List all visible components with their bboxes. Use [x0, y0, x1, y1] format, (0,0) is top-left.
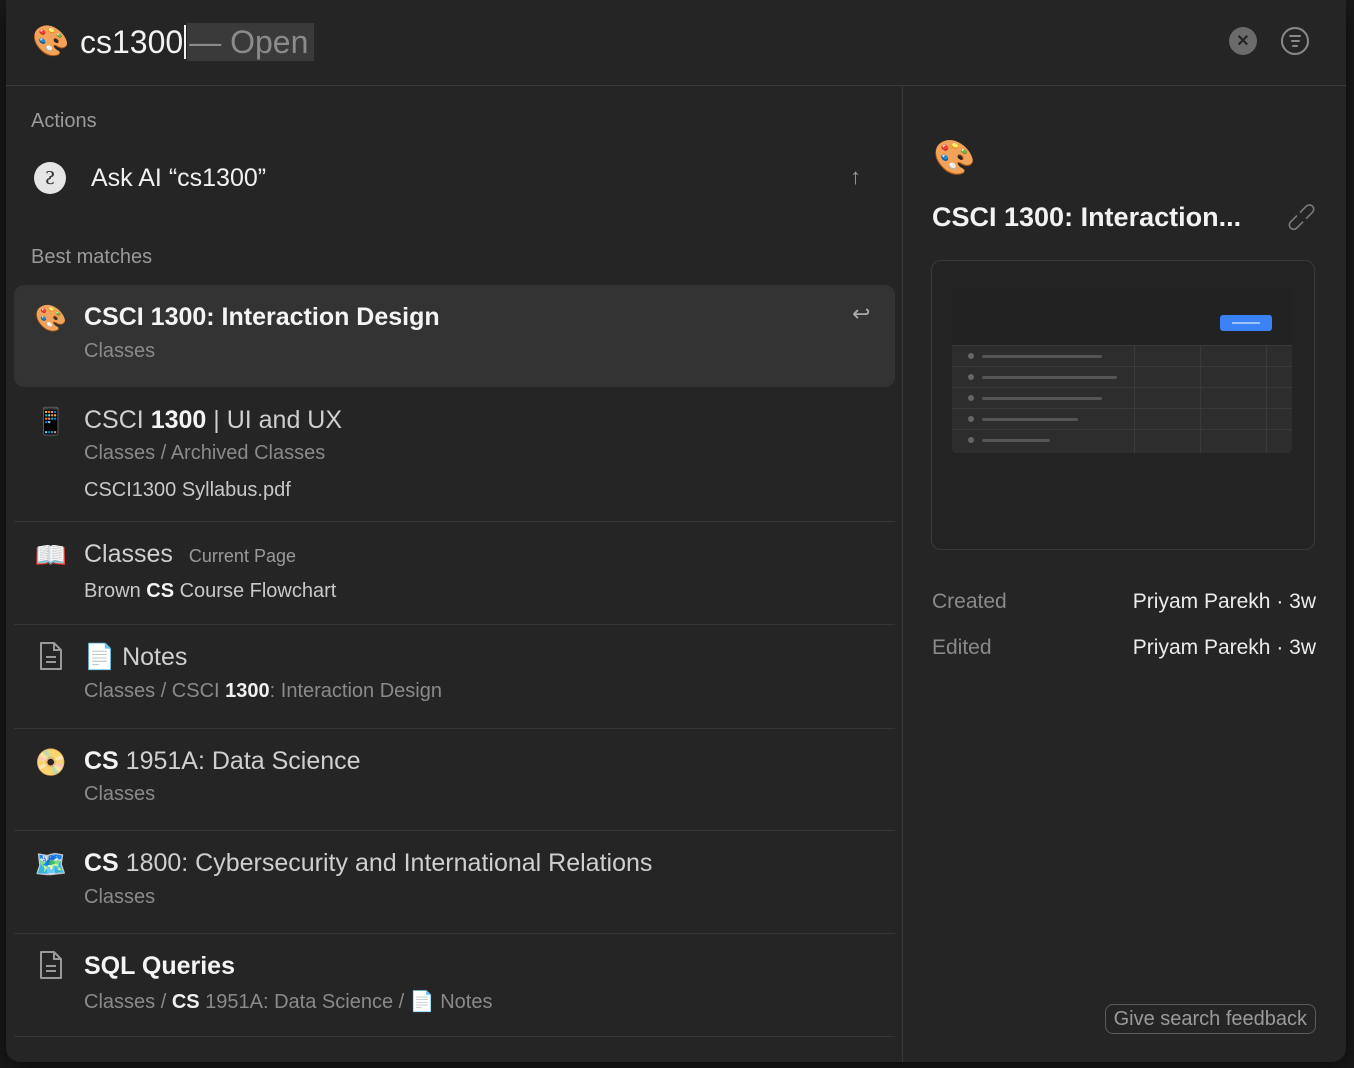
link-icon[interactable]: ⊂⊃ — [1279, 195, 1323, 239]
path-match: CS — [171, 991, 200, 1013]
result-snippet: CSCI1300 Syllabus.pdf — [84, 479, 291, 501]
open-book-icon: 📖 — [34, 540, 68, 570]
title-text: Notes — [122, 643, 188, 671]
text-caret — [184, 25, 187, 59]
current-page-badge: Current Page — [188, 546, 296, 566]
ask-ai-label: Ask AI “cs1300” — [91, 164, 266, 193]
thumbnail-column — [1134, 345, 1135, 453]
thumbnail-row — [952, 429, 1292, 451]
result-path: Classes / Archived Classes — [84, 442, 326, 464]
title-text: 1800: Cybersecurity and International Re… — [118, 849, 653, 877]
snippet-text: Course Flowchart — [174, 580, 337, 602]
preview-title: CSCI 1300: Interaction... — [932, 202, 1242, 232]
path-text: Classes / — [84, 991, 172, 1013]
palette-icon: 🎨 — [933, 139, 976, 177]
thumbnail-column — [1200, 345, 1201, 453]
result-item-cs1951a[interactable]: 📀 CS 1951A: Data Science Classes — [14, 729, 895, 831]
snippet-text: Brown — [84, 580, 147, 602]
ask-ai-action[interactable]: ᴤ Ask AI “cs1300” ↑ — [14, 158, 894, 214]
result-item-notes[interactable]: 📄 Notes Classes / CSCI 1300: Interaction… — [14, 625, 895, 729]
section-label-best-matches: Best matches — [31, 246, 153, 268]
result-snippet: Brown CS Course Flowchart — [84, 580, 336, 603]
search-feedback-button[interactable]: Give search feedback — [1104, 1004, 1316, 1034]
thumbnail-column — [1266, 345, 1267, 453]
search-input[interactable]: cs1300— Open — [80, 22, 315, 62]
mobile-phone-icon: 📱 — [34, 406, 68, 436]
search-bar: 🎨 cs1300— Open ✕ — [6, 0, 1346, 86]
search-autocomplete-suffix: — Open — [187, 23, 315, 61]
ask-ai-query: “cs1300” — [168, 164, 267, 192]
edited-value: Priyam Parekh · 3w — [1132, 636, 1316, 659]
path-text: : Interaction Design — [269, 680, 442, 702]
dvd-icon: 📀 — [34, 747, 68, 777]
ask-ai-text: Ask AI — [91, 164, 162, 192]
thumbnail-row — [952, 408, 1292, 430]
palette-icon: 🎨 — [34, 303, 68, 333]
result-title: CSCI 1300: Interaction Design — [84, 303, 440, 331]
page-icon: 📄 — [84, 643, 116, 671]
path-text: Notes — [440, 991, 493, 1013]
filter-button[interactable] — [1281, 27, 1309, 55]
arrow-up-icon: ↑ — [850, 164, 861, 189]
title-text: 1951A: Data Science — [118, 747, 361, 775]
result-item-csci1300-interaction-design[interactable]: 🎨 CSCI 1300: Interaction Design Classes … — [14, 285, 895, 387]
result-path: Classes — [84, 783, 156, 805]
path-text: Classes / CSCI — [84, 680, 226, 702]
result-title: Classes Current Page — [84, 540, 296, 569]
world-map-icon: 🗺️ — [34, 849, 68, 879]
result-path: Classes / CS 1951A: Data Science / 📄 Not… — [84, 989, 492, 1014]
result-item-cs1800[interactable]: 🗺️ CS 1800: Cybersecurity and Internatio… — [14, 831, 895, 934]
result-item-sql-queries[interactable]: SQL Queries Classes / CS 1951A: Data Sci… — [14, 934, 895, 1037]
result-title: SQL Queries — [84, 952, 235, 980]
result-item-classes[interactable]: 📖 Classes Current Page Brown CS Course Fl… — [14, 522, 895, 625]
edited-label: Edited — [932, 636, 992, 659]
thumbnail-row — [952, 345, 1292, 367]
preview-pane: 🎨 CSCI 1300: Interaction... ⊂⊃ Created P… — [903, 86, 1346, 1062]
title-match: 1300 — [150, 406, 207, 434]
path-text: 1951A: Data Science / — [199, 991, 410, 1013]
result-path: Classes / CSCI 1300: Interaction Design — [84, 680, 442, 703]
snippet-match: CS — [146, 580, 175, 602]
document-icon — [34, 641, 68, 675]
title-match: CS — [84, 747, 119, 775]
path-match: 1300 — [225, 680, 270, 702]
enter-icon: ↩ — [852, 301, 871, 326]
page-thumbnail[interactable] — [931, 260, 1315, 550]
close-icon: ✕ — [1236, 33, 1250, 50]
thumbnail-button — [1220, 315, 1272, 331]
section-label-actions: Actions — [31, 110, 97, 132]
document-icon — [34, 950, 68, 984]
result-title: CS 1800: Cybersecurity and International… — [84, 849, 652, 878]
thumbnail-row — [952, 366, 1292, 388]
ai-face-icon: ᴤ — [34, 162, 66, 194]
search-window: 🎨 cs1300— Open ✕ Actions ᴤ Ask AI “cs130… — [6, 0, 1346, 1062]
result-title: CS 1951A: Data Science — [84, 747, 361, 776]
search-query: cs1300 — [80, 23, 184, 60]
result-title: CSCI 1300 | UI and UX — [84, 406, 342, 435]
filter-icon — [1289, 35, 1301, 47]
thumbnail-row — [952, 387, 1292, 409]
created-label: Created — [932, 590, 1007, 613]
title-match: CS — [84, 849, 119, 877]
title-text: Classes — [84, 540, 173, 568]
title-text: | UI and UX — [206, 406, 343, 434]
title-text: CSCI — [84, 406, 151, 434]
created-value: Priyam Parekh · 3w — [1132, 590, 1316, 613]
result-title: 📄 Notes — [84, 643, 187, 672]
clear-search-button[interactable]: ✕ — [1229, 27, 1257, 55]
thumbnail-header — [952, 281, 1292, 345]
page-icon: 📄 — [409, 991, 435, 1013]
results-pane: Actions ᴤ Ask AI “cs1300” ↑ Best matches… — [6, 86, 903, 1062]
result-path: Classes — [84, 340, 156, 362]
thumbnail-table — [952, 281, 1292, 453]
result-path: Classes — [84, 886, 156, 908]
palette-icon: 🎨 — [32, 25, 70, 58]
result-item-csci1300-ui-ux[interactable]: 📱 CSCI 1300 | UI and UX Classes / Archiv… — [14, 388, 895, 522]
